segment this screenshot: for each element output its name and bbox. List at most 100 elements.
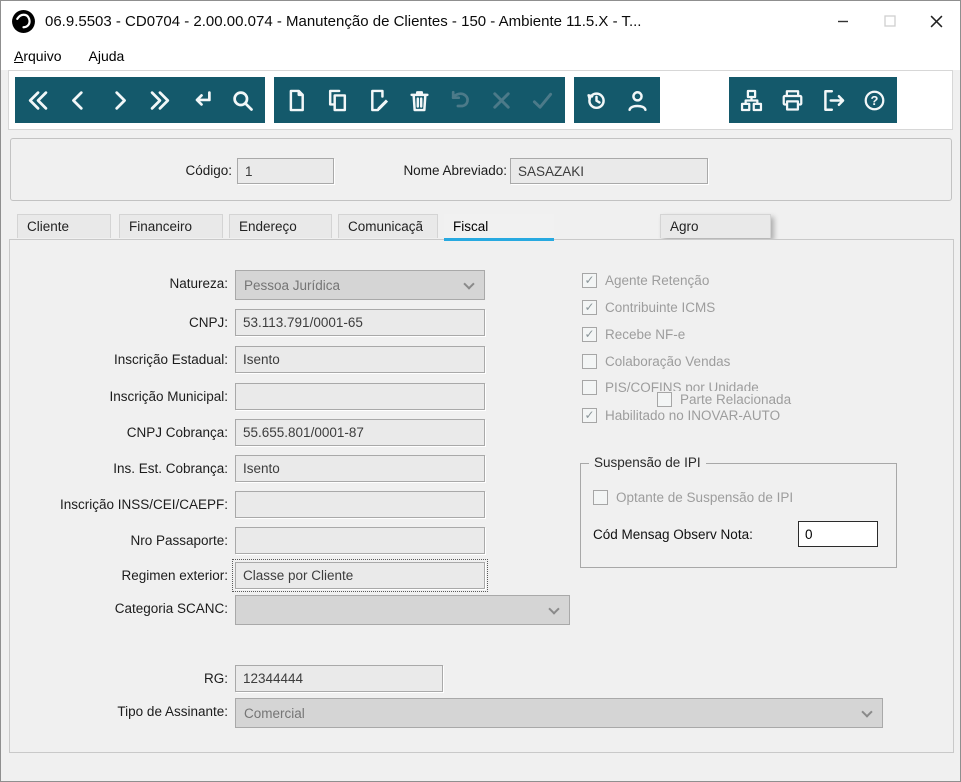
checkbox-label: Contribuinte ICMS [605, 300, 716, 315]
cnpj-cobranca-label: CNPJ Cobrança: [126, 425, 228, 440]
tab-cliente[interactable]: Cliente [17, 214, 111, 238]
cancel-icon [493, 91, 510, 109]
checkbox-optante-suspensao-ipi[interactable]: Optante de Suspensão de IPI [593, 490, 793, 505]
help-icon: ? [864, 90, 885, 110]
checkbox-box: ✓ [582, 273, 597, 288]
menu-ajuda-label: uda [100, 47, 125, 64]
menu-arquivo[interactable]: Arquivo [14, 48, 61, 64]
app-icon [12, 9, 35, 33]
tab-agro[interactable]: Agro [660, 214, 771, 238]
checkbox-box [593, 490, 608, 505]
checkbox-colaboracao-vendas[interactable]: Colaboração Vendas [582, 354, 730, 369]
cod-mensag-field[interactable]: 0 [798, 521, 878, 547]
checkbox-box [657, 392, 672, 407]
checkbox-label: Parte Relacionada [680, 392, 792, 407]
search-icon [233, 90, 253, 111]
codigo-field[interactable]: 1 [237, 158, 334, 184]
menu-ajuda[interactable]: Ajuda [88, 48, 124, 64]
codigo-label: Código: [185, 163, 232, 178]
natureza-row: Natureza: Pessoa Jurídica [10, 270, 953, 300]
undo-button[interactable] [440, 77, 481, 123]
regimen-exterior-field[interactable]: Classe por Cliente [232, 559, 488, 592]
confirm-button[interactable] [522, 77, 563, 123]
menu-ajuda-pre: A [88, 47, 98, 64]
chevron-down-icon [861, 706, 873, 718]
nome-abreviado-field[interactable]: SASAZAKI [510, 158, 708, 184]
menubar: Arquivo Ajuda [1, 41, 960, 70]
categoria-scanc-select[interactable] [235, 595, 570, 625]
cancel-button[interactable] [481, 77, 522, 123]
natureza-select[interactable]: Pessoa Jurídica [235, 270, 485, 300]
user-button[interactable] [617, 77, 658, 123]
record-header: Código: 1 Nome Abreviado: SASAZAKI [10, 138, 952, 201]
inscricao-inss-field[interactable] [235, 491, 485, 518]
categoria-scanc-label: Categoria SCANC: [114, 601, 228, 616]
edit-record-button[interactable] [358, 77, 399, 123]
checkbox-contribuinte-icms[interactable]: ✓ Contribuinte ICMS [582, 300, 715, 315]
inscricao-municipal-label: Inscrição Municipal: [109, 389, 228, 404]
next-record-button[interactable] [99, 77, 140, 123]
new-record-icon [289, 89, 304, 111]
history-button[interactable] [576, 77, 617, 123]
print-button[interactable] [772, 77, 813, 123]
checkbox-box: ✓ [582, 300, 597, 315]
previous-record-button[interactable] [58, 77, 99, 123]
cnpj-cobranca-field[interactable]: 55.655.801/0001-87 [235, 419, 485, 446]
close-button[interactable] [913, 1, 960, 41]
tab-bar: Cliente Financeiro Endereço Comunicaçã F… [1, 214, 960, 241]
checkbox-box [582, 380, 597, 395]
tab-financeiro[interactable]: Financeiro [119, 214, 223, 238]
checkbox-parte-relacionada[interactable]: Parte Relacionada [657, 391, 795, 408]
tipo-assinante-select[interactable]: Comercial [235, 698, 883, 728]
tab-endereco[interactable]: Endereço [229, 214, 332, 238]
exit-button[interactable] [813, 77, 854, 123]
help-button[interactable]: ? [854, 77, 895, 123]
new-record-button[interactable] [276, 77, 317, 123]
rg-row: RG: 12344444 [10, 665, 953, 695]
first-record-button[interactable] [17, 77, 58, 123]
inscricao-estadual-label: Inscrição Estadual: [113, 352, 228, 367]
cnpj-field[interactable]: 53.113.791/0001-65 [235, 309, 485, 336]
go-to-icon [195, 90, 211, 106]
copy-record-button[interactable] [317, 77, 358, 123]
checkbox-agente-retencao[interactable]: ✓ Agente Retenção [582, 273, 709, 288]
ins-est-cobranca-field[interactable]: Isento [235, 455, 485, 482]
inscricao-municipal-row: Inscrição Municipal: [10, 383, 953, 413]
titlebar: 06.9.5503 - CD0704 - 2.00.00.074 - Manut… [1, 1, 960, 41]
previous-record-icon [72, 90, 83, 110]
go-to-button[interactable] [181, 77, 222, 123]
print-icon [782, 89, 803, 111]
search-button[interactable] [222, 77, 263, 123]
last-record-icon [150, 90, 170, 110]
delete-record-button[interactable] [399, 77, 440, 123]
nome-abreviado-value: SASAZAKI [518, 163, 585, 179]
natureza-value: Pessoa Jurídica [244, 277, 341, 293]
related-programs-button[interactable] [731, 77, 772, 123]
tab-comunicacao[interactable]: Comunicaçã [338, 214, 438, 238]
checkbox-habilitado-inovar-auto[interactable]: ✓ Habilitado no INOVAR-AUTO [582, 408, 780, 423]
first-record-icon [28, 90, 48, 110]
rg-label: RG: [203, 671, 228, 686]
inscricao-inss-label: Inscrição INSS/CEI/CAEPF: [59, 497, 228, 512]
check-icon: ✓ [584, 273, 595, 287]
checkbox-label: Colaboração Vendas [605, 354, 731, 369]
toolbar: ? [8, 70, 953, 130]
toolbar-group-record-actions [274, 77, 565, 123]
checkbox-recebe-nfe[interactable]: ✓ Recebe NF-e [582, 327, 685, 342]
inscricao-estadual-field[interactable]: Isento [235, 346, 485, 373]
maximize-button[interactable] [866, 1, 913, 41]
regimen-exterior-label: Regimen exterior: [121, 568, 228, 583]
delete-record-icon [410, 90, 429, 111]
tipo-assinante-value: Comercial [244, 705, 305, 721]
nro-passaporte-label: Nro Passaporte: [130, 533, 228, 548]
checkbox-label: Habilitado no INOVAR-AUTO [605, 408, 781, 423]
inscricao-municipal-field[interactable] [235, 383, 485, 410]
menu-arquivo-mnemonic: A [14, 47, 24, 64]
next-record-icon [115, 90, 126, 110]
minimize-button[interactable] [819, 1, 866, 41]
rg-field[interactable]: 12344444 [235, 665, 443, 692]
nro-passaporte-field[interactable] [235, 527, 485, 554]
last-record-button[interactable] [140, 77, 181, 123]
tab-fiscal[interactable]: Fiscal [444, 214, 554, 241]
history-icon [587, 91, 605, 109]
